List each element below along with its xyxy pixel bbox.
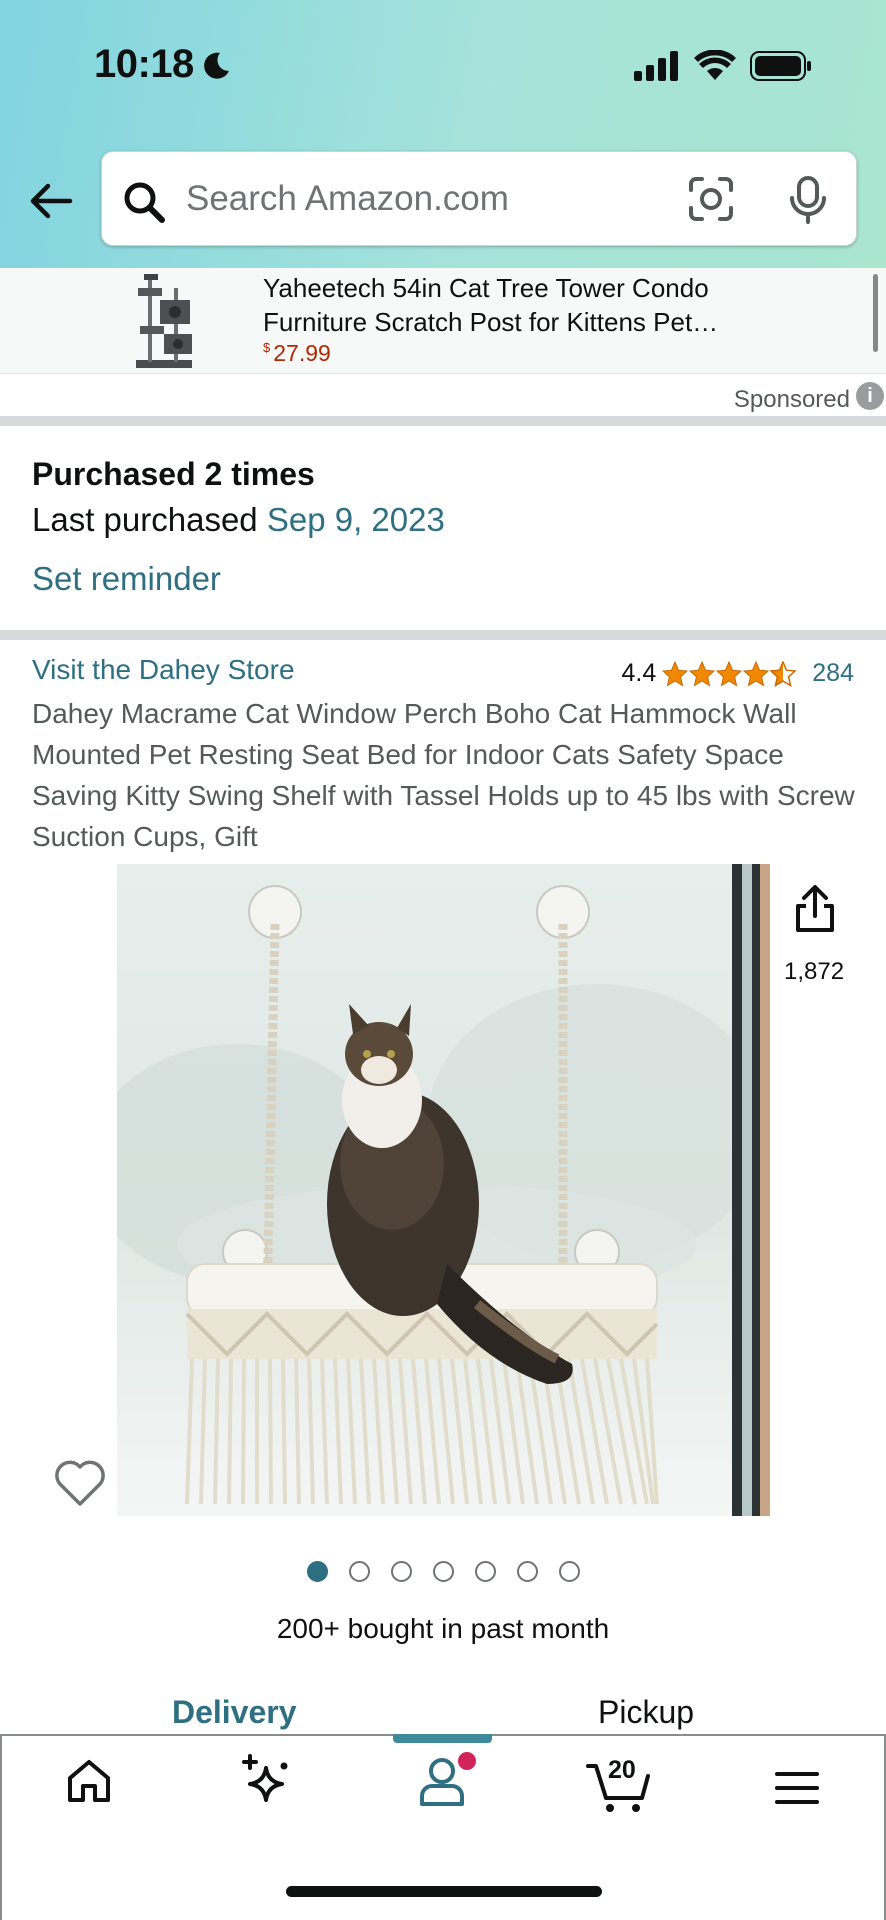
tab-delivery[interactable]: Delivery: [172, 1694, 297, 1731]
status-icons: [634, 50, 812, 82]
carousel-dot[interactable]: [348, 1561, 370, 1582]
store-link[interactable]: Visit the Dahey Store: [32, 654, 295, 686]
price-value: 27.99: [273, 340, 331, 366]
tab-pickup[interactable]: Pickup: [598, 1694, 694, 1731]
product-title: Dahey Macrame Cat Window Perch Boho Cat …: [32, 698, 855, 852]
home-indicator: [286, 1886, 602, 1897]
battery-icon: [750, 51, 811, 81]
purchased-times: Purchased 2 times: [32, 456, 315, 492]
last-purchased-date[interactable]: Sep 9, 2023: [267, 501, 445, 538]
active-tab-indicator: [393, 1734, 492, 1743]
price-symbol: $: [263, 340, 271, 355]
section-divider: [0, 416, 886, 426]
carousel-dot[interactable]: [558, 1561, 580, 1582]
bought-past-month: 200+ bought in past month: [276, 1613, 610, 1644]
search-input[interactable]: Search Amazon.com: [101, 151, 857, 246]
cat-hammock-image: [117, 864, 770, 1516]
product-page: 10:18 Search Amazon.com Yaheetech 54in C…: [0, 0, 886, 1920]
carousel-dot[interactable]: [474, 1561, 496, 1582]
moon-icon: [203, 52, 229, 79]
carousel-dot[interactable]: [432, 1561, 454, 1582]
rating-count: 284: [812, 659, 854, 687]
sponsored-price: $27.99: [263, 340, 331, 367]
star-rating-icon: [662, 660, 797, 686]
home-icon[interactable]: [64, 1756, 114, 1806]
back-arrow-icon[interactable]: [26, 176, 76, 226]
carousel-dot[interactable]: [516, 1561, 538, 1582]
search-icon: [124, 182, 165, 223]
microphone-icon[interactable]: [788, 176, 828, 224]
sponsored-ad[interactable]: Yaheetech 54in Cat Tree Tower Condo Furn…: [0, 268, 886, 374]
camera-scan-icon[interactable]: [688, 176, 734, 222]
rating-summary[interactable]: 4.4 284: [622, 659, 854, 688]
set-reminder-link[interactable]: Set reminder: [32, 560, 221, 598]
info-icon[interactable]: i: [856, 382, 884, 410]
sparkle-icon[interactable]: [238, 1752, 294, 1808]
last-purchased: Last purchased Sep 9, 2023: [32, 501, 445, 539]
product-image[interactable]: [117, 864, 770, 1516]
sponsored-label: Sponsored: [733, 386, 850, 413]
search-placeholder: Search Amazon.com: [186, 179, 509, 218]
status-time: 10:18: [94, 42, 232, 87]
share-count: 1,872: [784, 958, 845, 985]
scrollbar: [873, 274, 878, 352]
last-purchased-label: Last purchased: [32, 501, 258, 538]
sponsored-title-line1: Yaheetech 54in Cat Tree Tower Condo: [263, 273, 709, 303]
cart-count: 20: [608, 1756, 636, 1784]
cat-tree-thumbnail: [136, 274, 192, 368]
rating-value: 4.4: [621, 659, 657, 687]
signal-icon: [634, 51, 678, 81]
image-carousel-dots[interactable]: [0, 1561, 886, 1582]
top-header: 10:18 Search Amazon.com: [0, 0, 886, 268]
carousel-dot[interactable]: [306, 1561, 328, 1582]
notification-badge: [458, 1752, 476, 1770]
time-text: 10:18: [94, 42, 194, 86]
wifi-icon: [694, 50, 736, 80]
sponsored-title-line2: Furniture Scratch Post for Kittens Pet…: [263, 307, 719, 337]
share-icon[interactable]: [792, 884, 838, 934]
heart-icon[interactable]: [53, 1458, 107, 1508]
section-divider: [0, 630, 886, 640]
carousel-dot[interactable]: [390, 1561, 412, 1582]
menu-icon[interactable]: [774, 1770, 820, 1806]
